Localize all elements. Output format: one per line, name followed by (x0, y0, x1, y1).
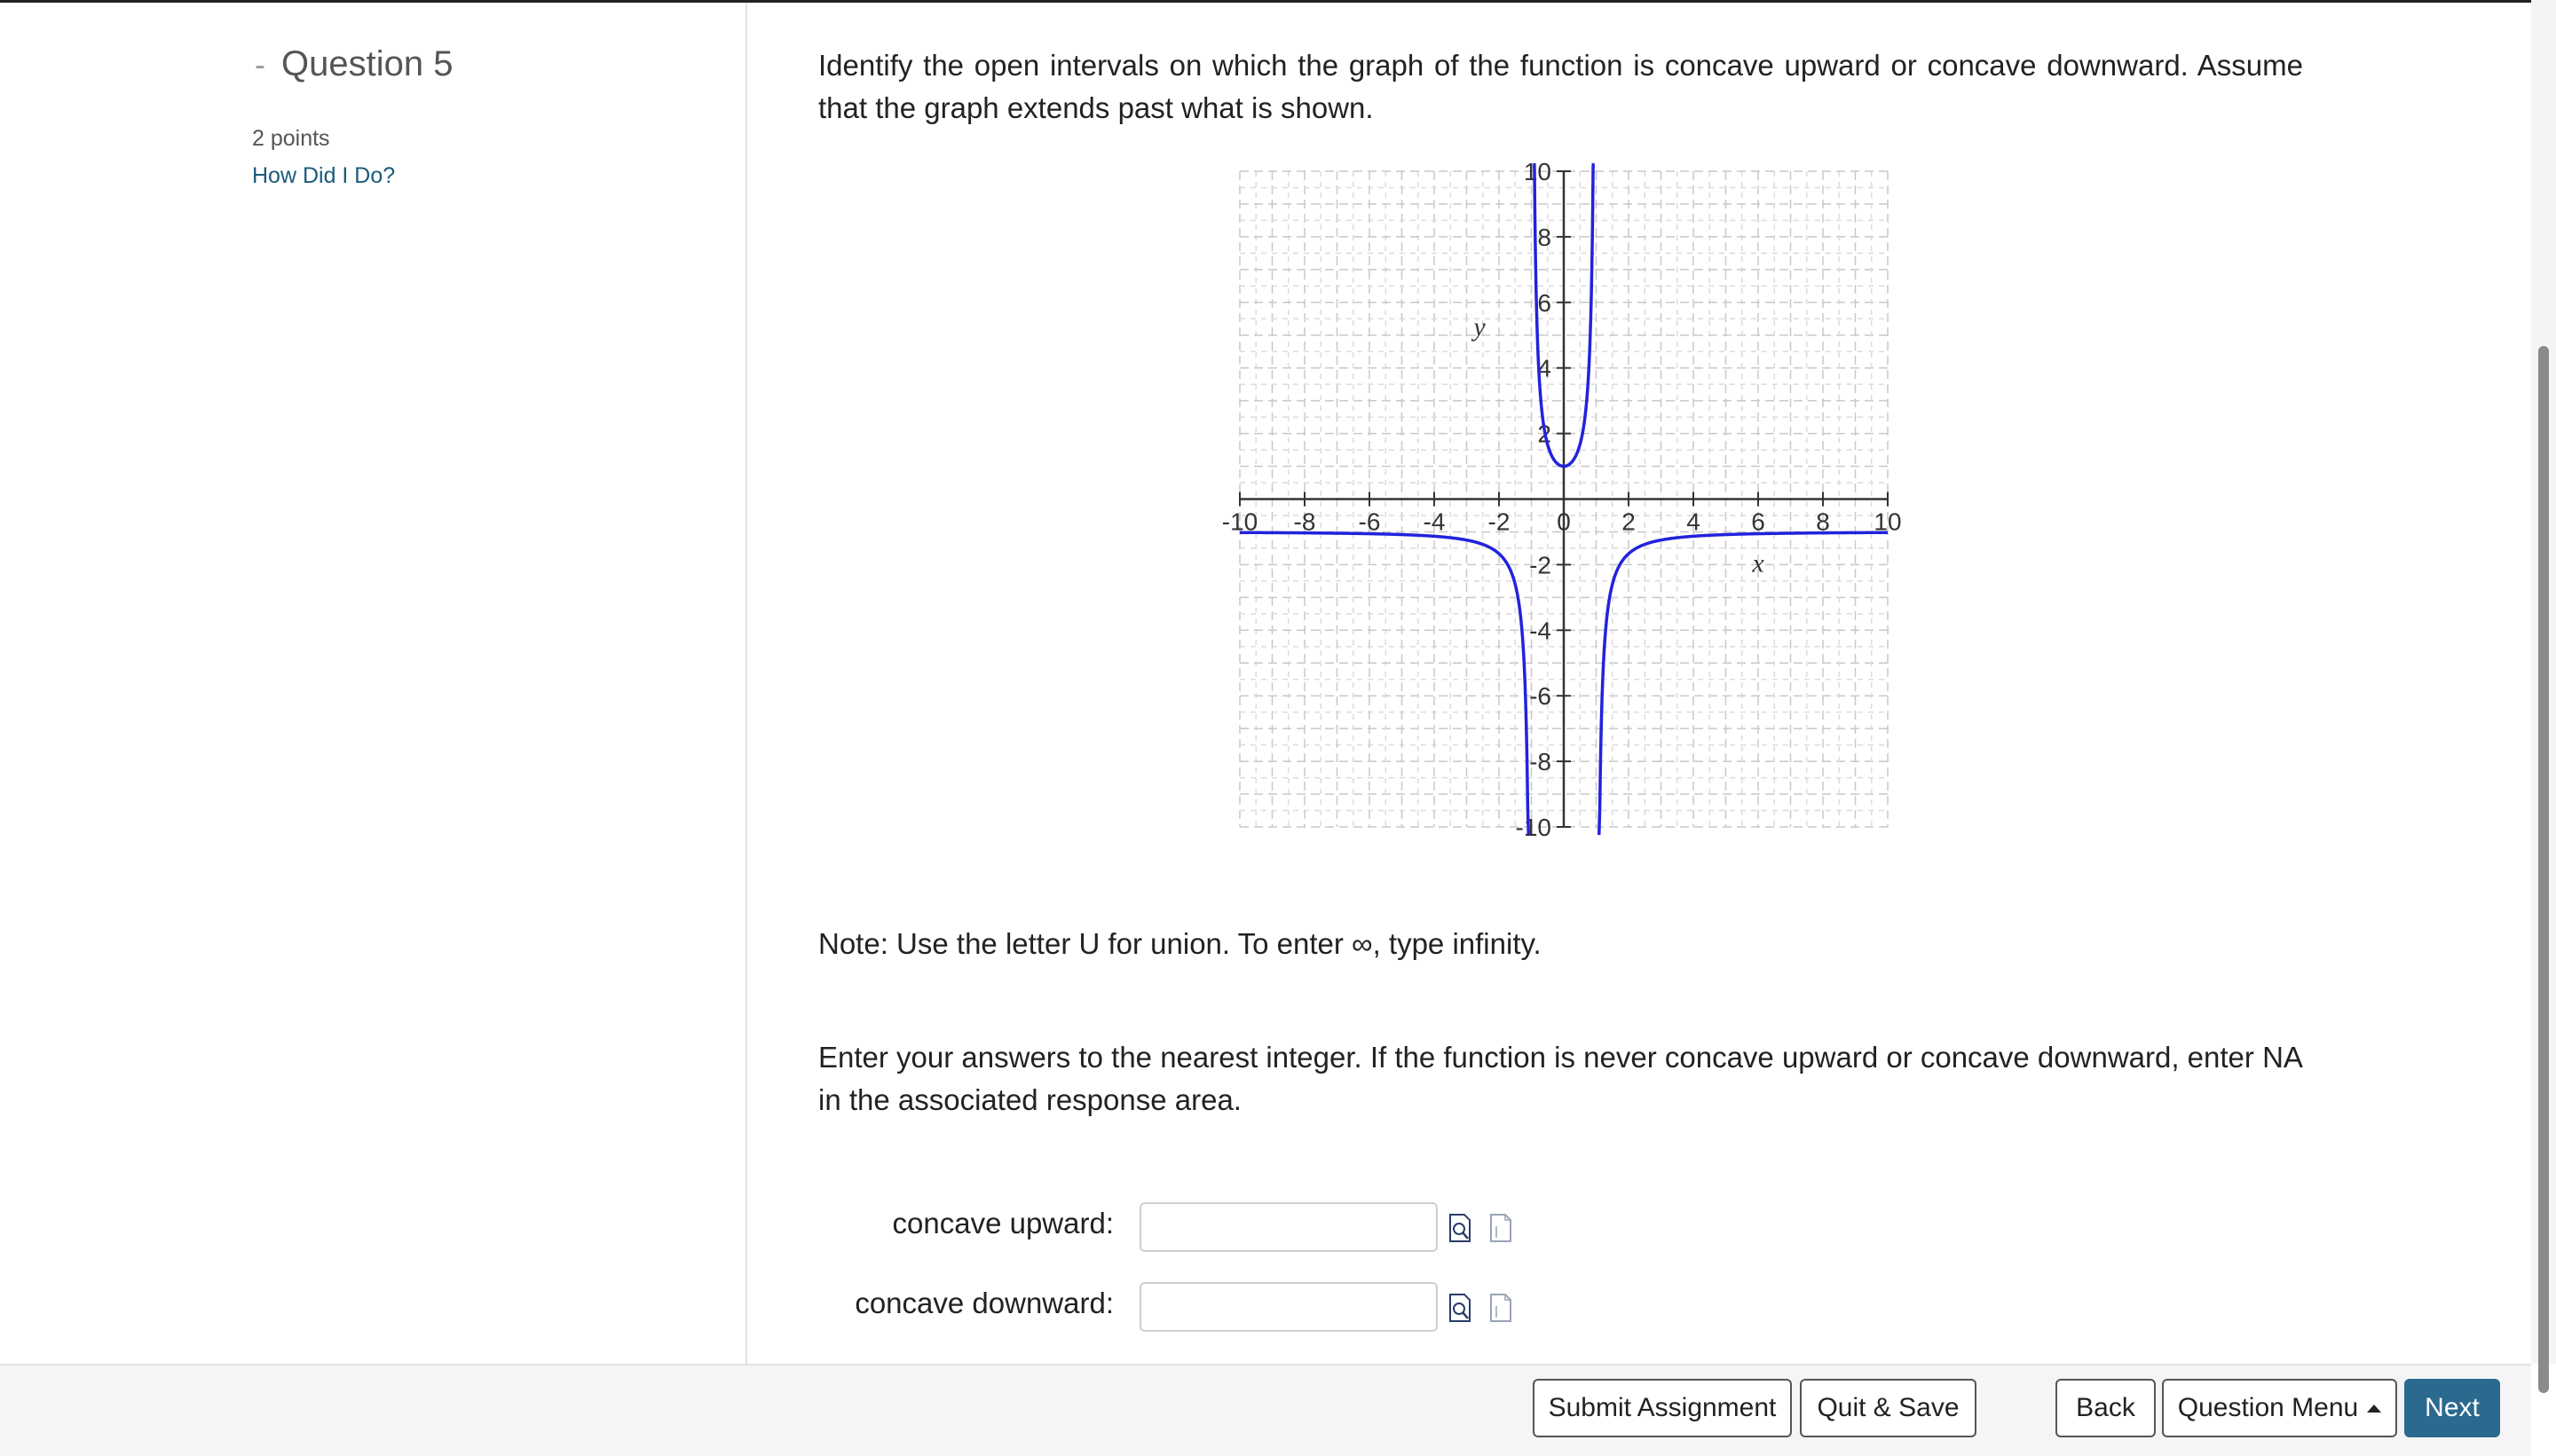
question-instruction: Identify the open intervals on which the… (818, 49, 2303, 124)
attachment-icon[interactable] (1489, 1213, 1512, 1243)
concave-downward-label: concave downward: (855, 1287, 1114, 1319)
x-axis-label: x (1751, 548, 1764, 578)
caret-up-icon (2367, 1404, 2382, 1413)
y-axis-label: y (1471, 312, 1486, 342)
x-tick-label: 6 (1751, 508, 1765, 536)
question-menu-button[interactable]: Question Menu (2162, 1379, 2397, 1437)
how-did-i-do-link[interactable]: How Did I Do? (252, 163, 395, 189)
x-tick-label: -2 (1488, 508, 1511, 536)
question-points: 2 points (252, 126, 330, 151)
y-tick-label: 10 (1524, 158, 1551, 185)
attachment-icon[interactable] (1489, 1293, 1512, 1323)
y-tick-label: -8 (1529, 748, 1551, 775)
x-tick-label: 0 (1557, 508, 1571, 536)
x-tick-label: -6 (1359, 508, 1381, 536)
function-graph: -10 -8 -6 -4 -2 0 2 4 6 8 10246810-2-4-6-8-10xy (1222, 158, 1902, 841)
quit-save-button[interactable]: Quit & Save (1800, 1379, 1976, 1437)
scrollbar-thumb[interactable] (2538, 346, 2549, 1393)
submit-assignment-button[interactable]: Submit Assignment (1533, 1379, 1792, 1437)
y-tick-label: -4 (1529, 617, 1551, 644)
y-tick-label: -6 (1529, 682, 1551, 710)
y-tick-label: -10 (1516, 814, 1551, 841)
concave-upward-input[interactable] (1140, 1202, 1438, 1252)
curve-left-branch (1240, 531, 1530, 836)
entry-instructions: Enter your answers to the nearest intege… (818, 1041, 2302, 1116)
question-title: Question 5 (281, 44, 454, 83)
concave-upward-label: concave upward: (892, 1207, 1114, 1240)
preview-answer-icon[interactable] (1448, 1293, 1471, 1323)
concave-downward-input[interactable] (1140, 1282, 1438, 1332)
union-note: Note: Use the letter U for union. To ent… (818, 927, 1542, 960)
curve-right-branch (1598, 531, 1888, 836)
y-tick-label: 8 (1537, 224, 1551, 251)
collapse-dash-icon[interactable]: - (255, 46, 265, 83)
next-button[interactable]: Next (2404, 1379, 2500, 1437)
back-button[interactable]: Back (2055, 1379, 2156, 1437)
y-tick-label: 6 (1537, 289, 1551, 317)
question-sidebar (0, 3, 747, 1364)
x-tick-label: -4 (1424, 508, 1446, 536)
x-tick-label: 4 (1686, 508, 1700, 536)
x-tick-label: 2 (1621, 508, 1636, 536)
question-menu-label: Question Menu (2177, 1393, 2359, 1422)
y-tick-label: -2 (1529, 551, 1551, 578)
preview-answer-icon[interactable] (1448, 1213, 1471, 1243)
